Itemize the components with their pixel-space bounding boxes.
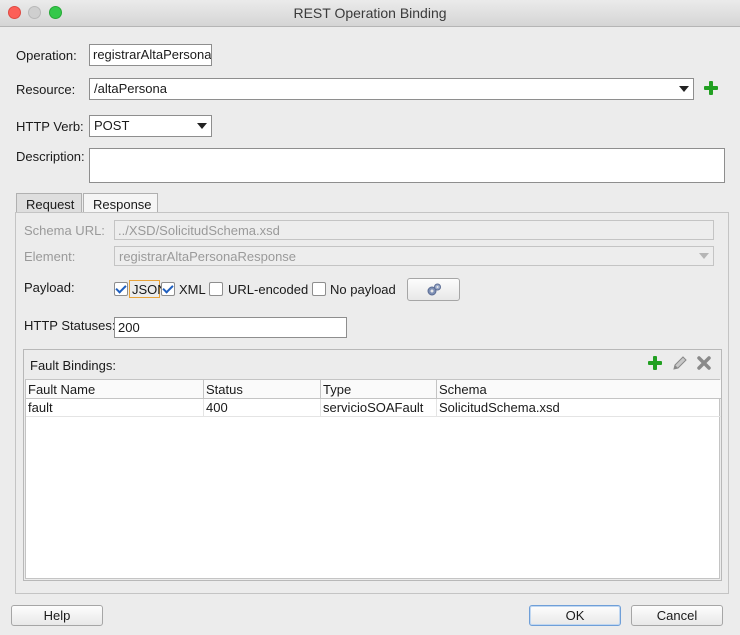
- tab-request[interactable]: Request: [16, 193, 82, 213]
- chevron-down-icon: [197, 123, 207, 129]
- title-bar: REST Operation Binding: [0, 0, 740, 27]
- http-statuses-label: HTTP Statuses:: [24, 318, 116, 333]
- add-resource-icon[interactable]: [703, 80, 719, 96]
- element-dropdown[interactable]: registrarAltaPersonaResponse: [114, 246, 714, 266]
- resource-label: Resource:: [16, 82, 76, 97]
- http-verb-dropdown[interactable]: POST: [89, 115, 212, 137]
- payload-label: Payload:: [24, 280, 75, 295]
- delete-x-icon[interactable]: [696, 355, 712, 371]
- element-label: Element:: [24, 249, 76, 264]
- description-label: Description:: [16, 149, 85, 164]
- column-header-fault-name[interactable]: Fault Name: [26, 380, 204, 399]
- gears-icon: [427, 283, 441, 296]
- cell-fault-name: fault: [26, 399, 204, 417]
- cell-status: 400: [204, 399, 321, 417]
- ok-button[interactable]: OK: [529, 605, 621, 626]
- cell-type: servicioSOAFault: [321, 399, 437, 417]
- chevron-down-icon: [679, 86, 689, 92]
- resource-dropdown[interactable]: /altaPersona: [89, 78, 694, 100]
- help-button[interactable]: Help: [11, 605, 103, 626]
- tab-response-label: Response: [93, 197, 152, 212]
- tab-request-label: Request: [26, 197, 75, 212]
- payload-url-encoded-checkbox[interactable]: [209, 282, 223, 296]
- cancel-button[interactable]: Cancel: [631, 605, 723, 626]
- schema-url-label: Schema URL:: [24, 223, 105, 238]
- element-dropdown-value: registrarAltaPersonaResponse: [119, 249, 297, 264]
- operation-label: Operation:: [16, 48, 77, 63]
- description-field[interactable]: [89, 148, 725, 183]
- cell-schema: SolicitudSchema.xsd: [437, 399, 721, 417]
- http-verb-label: HTTP Verb:: [16, 119, 84, 134]
- payload-settings-button[interactable]: [407, 278, 460, 301]
- payload-url-encoded-label: URL-encoded: [228, 282, 309, 297]
- chevron-down-icon: [699, 253, 709, 259]
- payload-xml-label: XML: [179, 282, 206, 297]
- operation-field[interactable]: registrarAltaPersona: [89, 44, 212, 66]
- column-header-type[interactable]: Type: [321, 380, 437, 399]
- add-fault-icon[interactable]: [647, 355, 663, 371]
- resource-dropdown-value: /altaPersona: [94, 81, 167, 96]
- payload-json-checkbox[interactable]: [114, 282, 128, 296]
- fault-bindings-table: Fault Name Status Type Schema fault 400 …: [25, 379, 721, 579]
- tab-response[interactable]: Response: [83, 193, 158, 213]
- fault-bindings-panel: Fault Bindings: Fault Name Status Type S…: [23, 349, 722, 581]
- http-verb-dropdown-value: POST: [94, 118, 130, 133]
- edit-pencil-icon[interactable]: [671, 355, 688, 372]
- window-title: REST Operation Binding: [293, 5, 447, 21]
- payload-no-payload-checkbox[interactable]: [312, 282, 326, 296]
- http-statuses-field[interactable]: 200: [114, 317, 347, 338]
- column-header-status[interactable]: Status: [204, 380, 321, 399]
- fault-bindings-title: Fault Bindings:: [30, 358, 116, 373]
- payload-no-payload-label: No payload: [330, 282, 396, 297]
- column-header-schema[interactable]: Schema: [437, 380, 721, 399]
- rest-operation-binding-dialog: REST Operation Binding Operation: regist…: [0, 0, 740, 635]
- payload-xml-checkbox[interactable]: [161, 282, 175, 296]
- schema-url-field[interactable]: ../XSD/SolicitudSchema.xsd: [114, 220, 714, 240]
